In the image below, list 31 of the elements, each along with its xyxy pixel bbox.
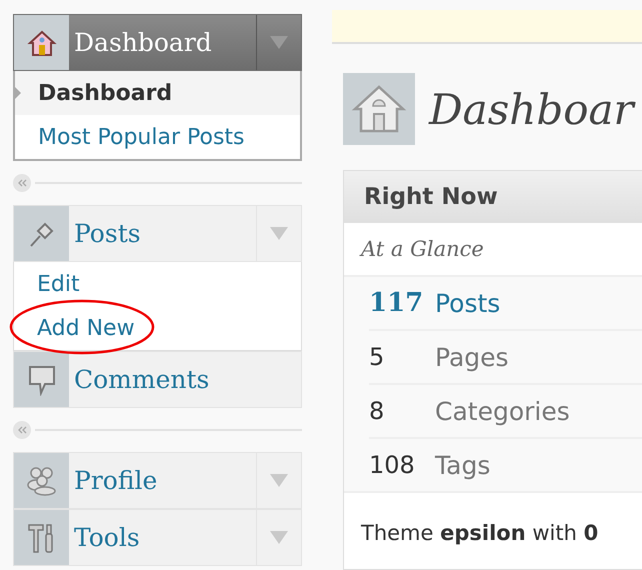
menu-label[interactable]: Posts xyxy=(74,219,141,248)
panel-title: Right Now xyxy=(364,184,498,210)
menu-label[interactable]: Comments xyxy=(74,365,210,394)
menu-label[interactable]: Tools xyxy=(74,523,140,552)
menu-label[interactable]: Profile xyxy=(74,466,158,495)
collapse-icon[interactable] xyxy=(13,421,31,439)
theme-info: Theme epsilon with 0 xyxy=(361,521,600,545)
menu-item[interactable]: Comments xyxy=(13,351,302,408)
menu-item[interactable]: Dashboard xyxy=(13,14,302,71)
menu-item[interactable]: Tools xyxy=(13,509,302,566)
stat-label[interactable]: Posts xyxy=(435,288,500,318)
stat-count: 5 xyxy=(369,343,386,371)
collapse-icon[interactable] xyxy=(13,174,31,192)
menu-item[interactable]: Posts xyxy=(13,205,302,262)
menu-label[interactable]: Dashboard xyxy=(74,28,212,57)
submenu-item[interactable]: Most Popular Posts xyxy=(15,115,300,159)
stat-count: 8 xyxy=(369,397,386,425)
stat-label: Tags xyxy=(435,450,490,480)
menu-item[interactable]: Profile xyxy=(13,452,302,509)
stat-label: Pages xyxy=(435,342,509,372)
page-title: Dashboar xyxy=(429,84,634,134)
people-icon xyxy=(26,466,58,496)
panel-subtitle: At a Glance xyxy=(361,237,484,261)
submenu-item[interactable]: Add New xyxy=(14,306,301,350)
submenu-item[interactable]: Edit xyxy=(14,262,301,306)
house-icon xyxy=(343,73,415,145)
submenu-item[interactable]: Dashboard xyxy=(15,71,300,115)
stat-count[interactable]: 117 xyxy=(369,288,435,318)
stat-count: 108 xyxy=(369,451,416,479)
stat-label: Categories xyxy=(435,396,570,426)
speech-bubble-icon xyxy=(26,364,56,396)
